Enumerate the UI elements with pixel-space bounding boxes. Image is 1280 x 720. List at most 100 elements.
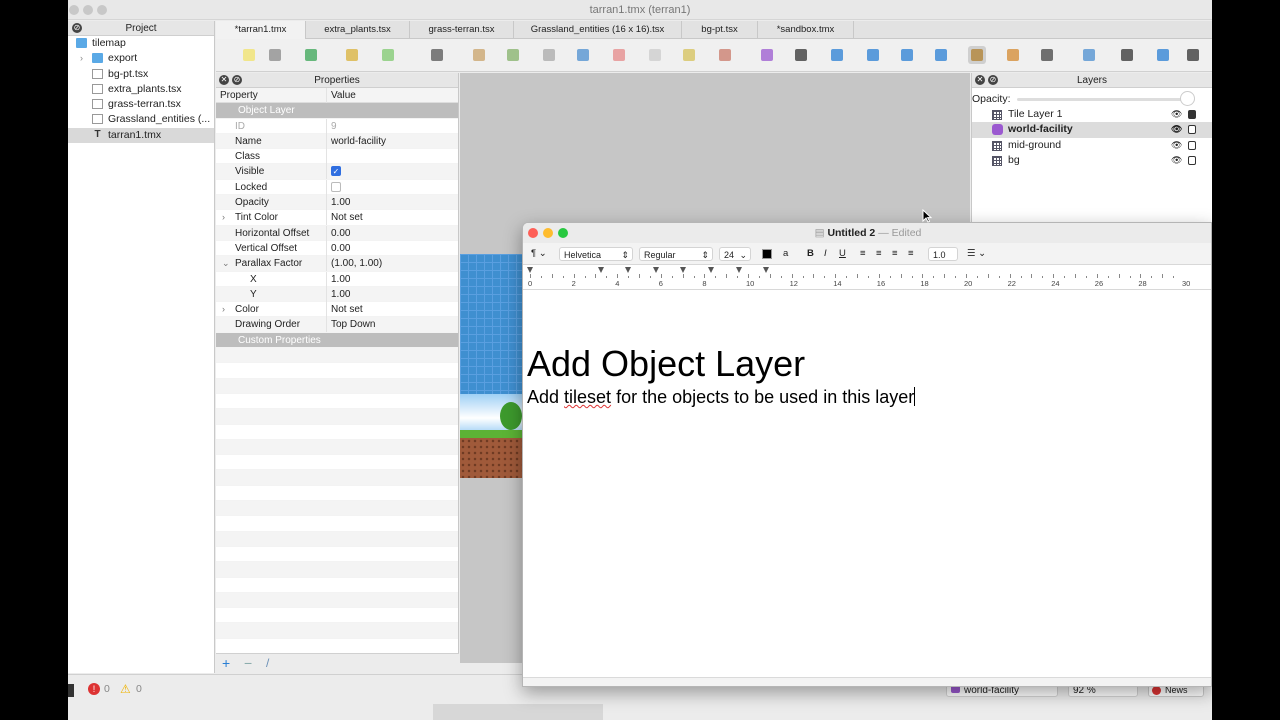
textedit-minimize-button[interactable] — [543, 228, 553, 238]
visibility-eye-icon[interactable]: 👁 — [1171, 122, 1182, 137]
textedit-close-button[interactable] — [528, 228, 538, 238]
shape-fill-icon[interactable] — [574, 46, 592, 64]
property-row[interactable]: Class — [216, 149, 458, 165]
insert-template-icon[interactable] — [1004, 46, 1022, 64]
tab-stop-marker[interactable] — [763, 267, 770, 273]
document-tab[interactable]: *tarran1.tmx — [216, 21, 306, 39]
highlight-color-icon[interactable]: a — [783, 243, 788, 265]
warning-icon[interactable]: ⚠ — [120, 682, 131, 696]
document-tab[interactable]: *sandbox.tmx — [758, 21, 854, 39]
insert-ellipse-icon[interactable] — [898, 46, 916, 64]
tab-stop-marker[interactable] — [625, 267, 632, 273]
project-tree-item[interactable]: tilemap — [68, 36, 214, 51]
justify-icon[interactable]: ≡ — [908, 243, 914, 265]
select-same-tile-icon[interactable] — [716, 46, 734, 64]
property-row[interactable]: Y 1.00 — [216, 286, 458, 303]
select-objects-icon[interactable] — [758, 46, 776, 64]
project-tree-item[interactable]: grass-terran.tsx — [68, 97, 214, 112]
list-bullets-icon[interactable]: ☰ ⌄ — [967, 243, 986, 265]
tab-stop-marker[interactable] — [735, 267, 742, 273]
property-row[interactable]: ID 9 — [216, 118, 458, 134]
property-value[interactable]: Not set — [331, 210, 363, 225]
property-row[interactable]: ⌄ Parallax Factor (1.00, 1.00) — [216, 256, 458, 272]
document-tab[interactable]: extra_plants.tsx — [306, 21, 410, 39]
rename-property-icon[interactable]: / — [266, 656, 269, 670]
random-mode-icon[interactable] — [428, 46, 446, 64]
document-tab[interactable]: Grassland_entities (16 x 16).tsx — [514, 21, 682, 39]
stamp-brush-icon[interactable] — [470, 46, 488, 64]
property-value[interactable]: 0.00 — [331, 226, 350, 241]
italic-button[interactable]: I — [824, 243, 827, 265]
layer-row[interactable]: world-facility 👁 — [972, 122, 1212, 138]
property-value[interactable]: 1.00 — [331, 195, 350, 210]
property-row[interactable]: Visible ✓ — [216, 164, 458, 180]
document-body[interactable]: Add Object Layer Add tileset for the obj… — [527, 343, 916, 409]
new-map-icon[interactable] — [240, 46, 258, 64]
chevron-right-icon[interactable]: › — [222, 302, 225, 317]
document-tab[interactable]: grass-terran.tsx — [410, 21, 514, 39]
undo-icon[interactable] — [343, 46, 361, 64]
project-tree-item[interactable]: extra_plants.tsx — [68, 82, 214, 97]
section-custom-properties[interactable]: Custom Properties — [216, 332, 458, 349]
layer-row[interactable]: bg 👁 — [972, 153, 1212, 168]
float-panel-icon[interactable]: ⊘ — [232, 75, 242, 85]
float-panel-icon[interactable]: ⊘ — [988, 75, 998, 85]
edit-polygons-icon[interactable] — [792, 46, 810, 64]
edited-indicator[interactable]: — Edited — [878, 227, 921, 239]
underline-button[interactable]: U — [839, 243, 846, 265]
property-row[interactable]: Vertical Offset 0.00 — [216, 240, 458, 257]
tab-stop-marker[interactable] — [680, 267, 687, 273]
terrain-brush-icon[interactable] — [504, 46, 522, 64]
visible-checkbox[interactable]: ✓ — [331, 166, 341, 177]
property-value[interactable]: Not set — [331, 302, 363, 317]
property-row[interactable]: X 1.00 — [216, 271, 458, 287]
font-family-select[interactable]: Helvetica ⇕ — [559, 247, 633, 261]
textedit-zoom-button[interactable] — [558, 228, 568, 238]
property-row[interactable]: Name world-facility — [216, 133, 458, 150]
property-row[interactable]: › Tint Color Not set — [216, 210, 458, 226]
magic-wand-icon[interactable] — [680, 46, 698, 64]
rect-select-icon[interactable] — [646, 46, 664, 64]
lock-open-icon[interactable] — [1188, 140, 1196, 150]
visibility-eye-icon[interactable]: 👁 — [1171, 138, 1182, 153]
project-tree-item[interactable]: Ttarran1.tmx — [68, 127, 214, 144]
insert-tile-icon[interactable] — [968, 46, 986, 64]
layer-row[interactable]: mid-ground 👁 — [972, 138, 1212, 153]
save-icon[interactable] — [302, 46, 320, 64]
tab-stop-marker[interactable] — [597, 267, 604, 273]
property-row[interactable]: Opacity 1.00 — [216, 195, 458, 211]
align-left-icon[interactable]: ≡ — [860, 243, 866, 265]
property-row[interactable]: › Color Not set — [216, 302, 458, 318]
flip-tool-icon[interactable] — [1154, 46, 1172, 64]
property-value[interactable]: world-facility — [331, 134, 386, 149]
tab-stop-marker[interactable] — [527, 267, 533, 273]
insert-rectangle-icon[interactable] — [828, 46, 846, 64]
insert-text-icon[interactable] — [1038, 46, 1056, 64]
panel-menu-icon[interactable]: ⊘ — [72, 23, 82, 33]
tab-stop-marker[interactable] — [708, 267, 714, 273]
misspelled-word[interactable]: tileset — [564, 387, 611, 407]
property-row[interactable]: Horizontal Offset 0.00 — [216, 225, 458, 241]
property-value[interactable]: 9 — [331, 119, 337, 134]
error-icon[interactable]: ! — [88, 683, 100, 695]
layer-row[interactable]: Tile Layer 1 👁 — [972, 107, 1212, 122]
section-object-layer[interactable]: Object Layer — [216, 103, 458, 119]
lock-closed-icon[interactable] — [1188, 110, 1196, 119]
console-toggle-icon[interactable] — [68, 684, 74, 697]
add-property-icon[interactable]: + — [222, 655, 230, 671]
chevron-right-icon[interactable]: › — [80, 51, 83, 66]
toolbar-overflow-icon[interactable] — [1184, 46, 1202, 64]
insert-polygon-icon[interactable] — [932, 46, 950, 64]
visibility-eye-icon[interactable]: 👁 — [1171, 153, 1182, 168]
column-divider[interactable] — [326, 88, 327, 103]
project-tree-item[interactable]: bg-pt.tsx — [68, 67, 214, 82]
world-tool-icon[interactable] — [1080, 46, 1098, 64]
property-value[interactable]: Top Down — [331, 317, 375, 332]
font-size-select[interactable]: 24 ⌄ — [719, 247, 751, 261]
lock-open-icon[interactable] — [1188, 125, 1196, 135]
project-tree-item[interactable]: Grassland_entities (... — [68, 112, 214, 127]
ruler[interactable]: 0 2 4 6 8 10 12 14 16 18 20 22 24 26 28 30 — [523, 265, 1211, 290]
paragraph-styles-icon[interactable]: ¶ ⌄ — [531, 243, 547, 265]
lock-open-icon[interactable] — [1188, 155, 1196, 165]
close-panel-icon[interactable]: ✕ — [975, 75, 985, 85]
